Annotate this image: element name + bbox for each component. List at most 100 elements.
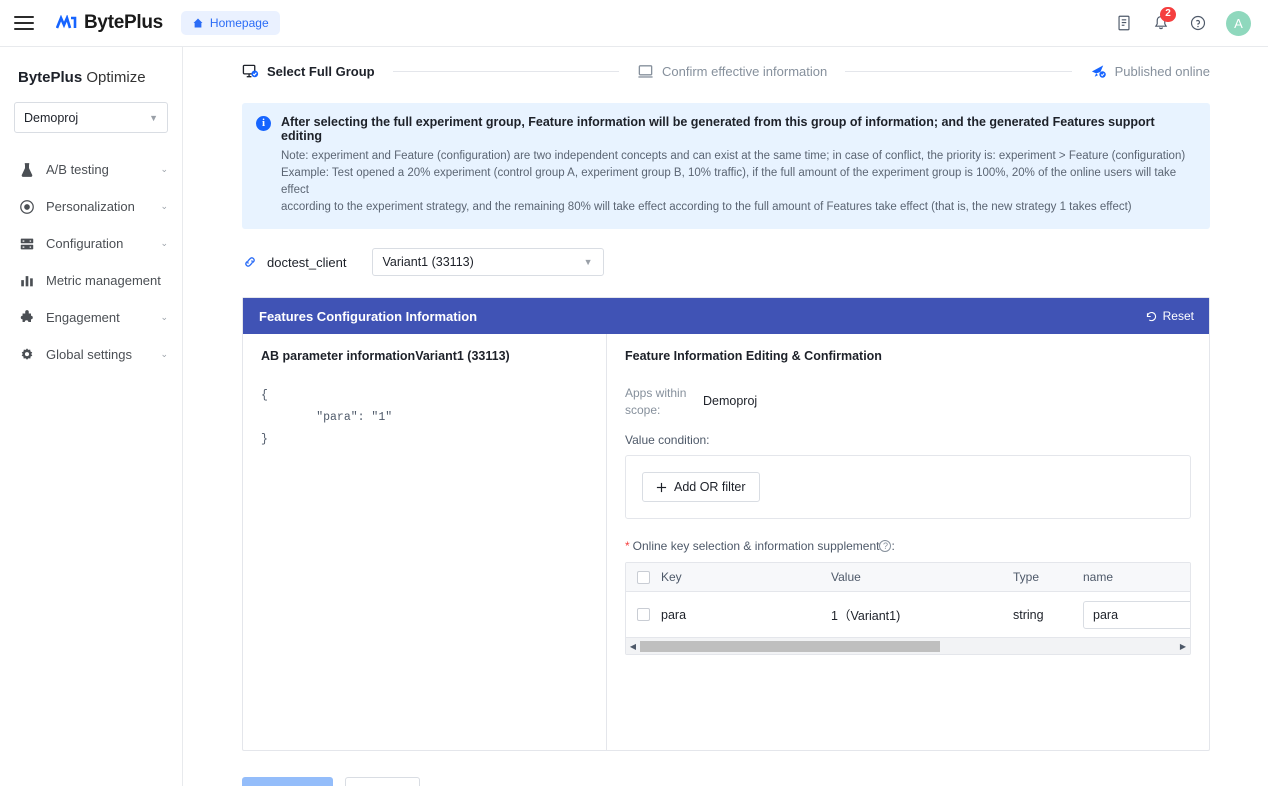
reset-label: Reset [1162,309,1194,323]
features-configuration-card: Features Configuration Information Reset… [242,297,1210,751]
bell-icon[interactable]: 2 [1152,7,1176,32]
apps-within-scope-row: Apps within scope: Demoproj [625,385,1191,419]
chevron-down-icon: ▼ [149,112,158,123]
chevron-down-icon: ⌄ [160,238,168,248]
cell-key: para [661,607,687,622]
cell-value: 1（Variant1) [831,609,901,623]
sidebar-item-personalization[interactable]: Personalization ⌄ [0,188,182,225]
puzzle-icon [18,309,35,326]
column-header-name: name [1083,570,1114,584]
ab-parameter-json: { "para": "1" } [261,389,393,446]
required-star: * [625,539,630,553]
step-select-full-group[interactable]: Select Full Group [242,63,375,80]
bar-chart-icon [18,272,35,289]
sidebar-item-label: Engagement [46,310,120,325]
select-all-checkbox[interactable] [637,570,650,584]
sidebar-item-label: Configuration [46,236,124,251]
reset-button[interactable]: Reset [1145,309,1194,323]
sidebar-item-label: Metric management [46,273,161,288]
next-step-button[interactable]: Next step [242,777,333,786]
step-label: Published online [1114,64,1210,79]
card-body: AB parameter informationVariant1 (33113)… [243,334,1209,750]
ab-parameter-pane: AB parameter informationVariant1 (33113)… [243,334,607,750]
document-icon[interactable] [1115,14,1133,32]
monitor-icon [637,63,654,80]
target-icon [18,198,35,215]
card-header-title: Features Configuration Information [259,308,478,324]
plus-icon [656,482,667,493]
question-circle-icon[interactable]: ? [879,540,892,552]
rocket-check-icon [1090,63,1107,80]
sidebar-item-ab-testing[interactable]: A/B testing ⌄ [0,151,182,188]
online-key-selection-text: Online key selection & information suppl… [632,539,880,553]
variant-select[interactable]: Variant1 (33113) ▼ [371,248,604,276]
apps-within-scope-value: Demoproj [703,394,758,408]
cancel-button[interactable]: Cancel [344,777,420,786]
client-variant-row: doctest_client Variant1 (33113) ▼ [242,248,1268,276]
chevron-right-icon[interactable]: ▶ [1176,642,1190,651]
sidebar-title-rest: Optimize [82,69,146,86]
chevron-down-icon: ⌄ [160,312,168,322]
banner-title: After selecting the full experiment grou… [281,115,1155,143]
name-input[interactable] [1083,600,1190,629]
add-or-filter-button[interactable]: Add OR filter [642,472,760,502]
sidebar-title-bold: BytePlus [18,69,83,86]
project-select[interactable]: Demoproj ▼ [14,102,168,133]
stepper: Select Full Group Confirm effective info… [242,63,1210,80]
table-horizontal-scrollbar[interactable]: ◀ ▶ [626,637,1190,654]
sidebar-item-label: Personalization [46,199,135,214]
cell-name [1083,600,1190,629]
row-checkbox[interactable] [637,608,650,621]
apps-within-scope-label: Apps within scope: [625,386,687,417]
flask-icon [18,161,35,178]
page-root: BytePlus Homepage 2 A BytePlus Optimize … [0,0,1268,786]
select-all-cell [626,570,661,584]
homepage-button[interactable]: Homepage [180,11,280,35]
column-header-type: Type [1013,570,1040,584]
stepper-divider-2 [845,71,1072,72]
banner-example-line-cont: according to the experiment strategy, an… [281,201,1132,213]
reset-icon [1145,310,1158,323]
scrollbar-track[interactable] [640,640,1176,652]
value-condition-label: Value condition: [625,433,710,447]
sidebar-item-label: A/B testing [46,162,109,177]
avatar[interactable]: A [1226,10,1251,36]
stepper-divider-1 [392,71,619,72]
main-content: Select Full Group Confirm effective info… [183,47,1268,786]
brand-logo[interactable]: BytePlus [56,12,163,34]
chevron-down-icon: ⌄ [160,164,168,174]
gear-icon [18,346,35,363]
monitor-check-icon [242,63,259,80]
row-select-cell [626,608,661,621]
column-header-value: Value [831,570,861,584]
banner-note-line: Note: experiment and Feature (configurat… [281,150,1186,162]
sidebar-item-engagement[interactable]: Engagement ⌄ [0,299,182,336]
scrollbar-thumb[interactable] [640,640,941,652]
sidebar-item-global-settings[interactable]: Global settings ⌄ [0,336,182,373]
sidebar-item-configuration[interactable]: Configuration ⌄ [0,225,182,262]
sidebar: BytePlus Optimize Demoproj ▼ A/B testing… [0,47,183,786]
client-name: doctest_client [267,254,347,270]
ab-parameter-title: AB parameter informationVariant1 (33113) [261,349,510,363]
notification-badge: 2 [1160,7,1176,22]
help-circle-icon[interactable] [1189,14,1207,32]
colon: : [891,539,895,553]
hamburger-icon[interactable] [14,16,34,30]
step-published-online[interactable]: Published online [1090,63,1210,80]
step-confirm-effective-information[interactable]: Confirm effective information [637,63,827,80]
feature-info-title: Feature Information Editing & Confirmati… [625,349,882,363]
home-icon [192,17,204,29]
chevron-down-icon: ▼ [583,257,593,267]
project-select-value: Demoproj [24,110,79,125]
sidebar-item-metric-management[interactable]: Metric management [0,262,182,299]
online-key-selection-label: * Online key selection & information supp… [625,539,1191,553]
info-banner: i After selecting the full experiment gr… [242,103,1210,229]
chevron-down-icon: ⌄ [160,349,168,359]
value-condition-box: Add OR filter [625,455,1191,519]
chevron-down-icon: ⌄ [160,201,168,211]
chevron-left-icon[interactable]: ◀ [626,642,640,651]
step-label: Confirm effective information [662,64,828,79]
banner-text: After selecting the full experiment grou… [281,115,1196,216]
variant-select-value: Variant1 (33113) [382,255,474,269]
sidebar-item-label: Global settings [46,347,132,362]
